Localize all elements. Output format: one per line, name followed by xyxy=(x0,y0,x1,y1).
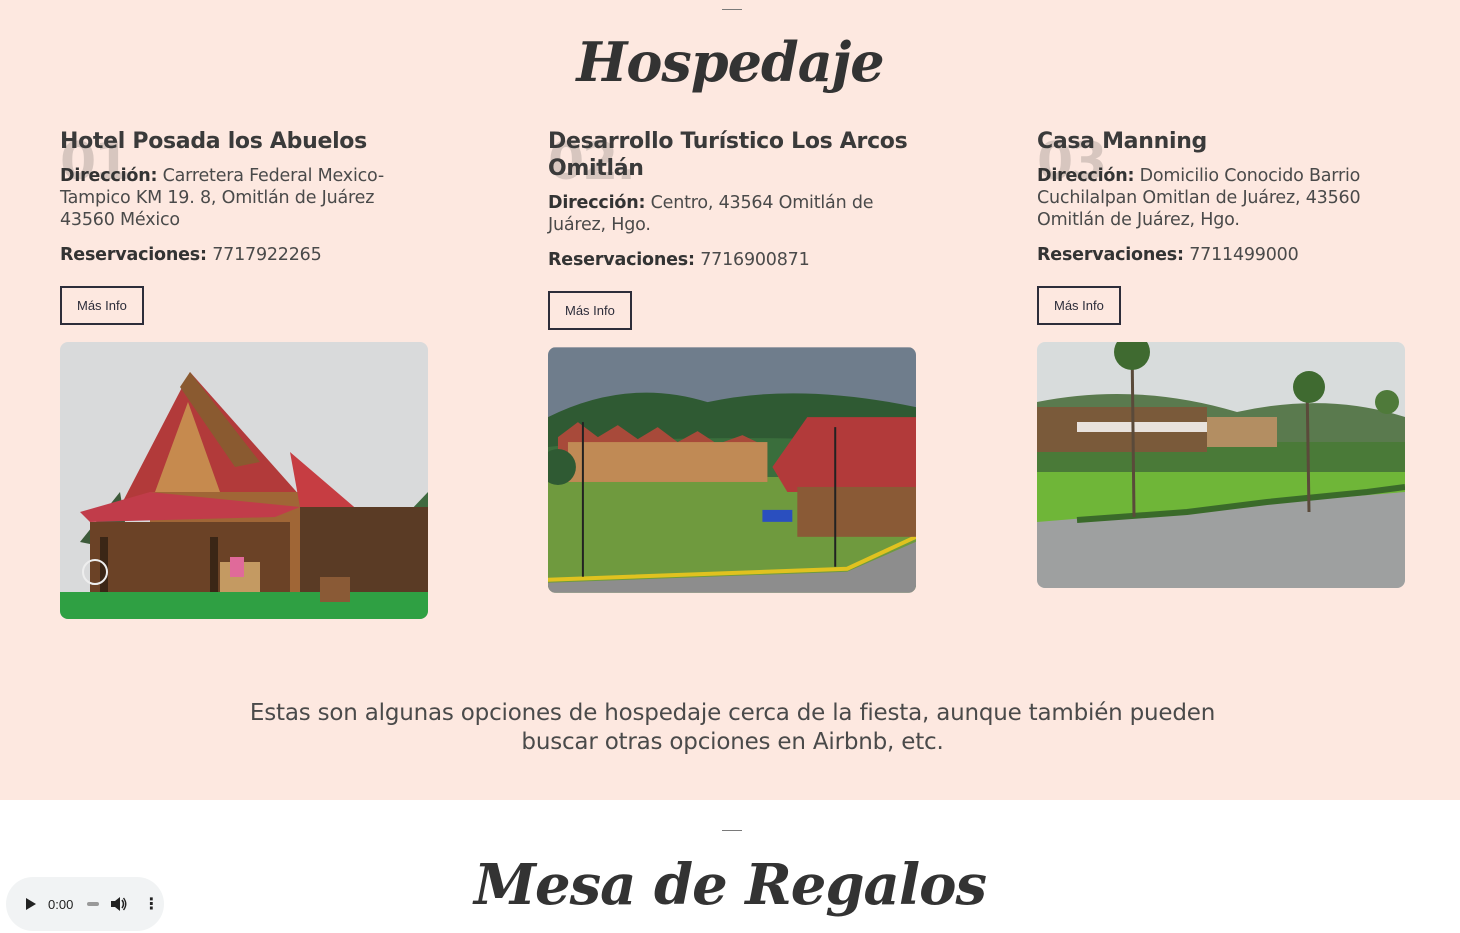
hospedaje-title: Hospedaje xyxy=(576,30,884,94)
address-label: Dirección: xyxy=(1037,166,1135,186)
phone-number: 7716900871 xyxy=(700,250,810,270)
reservations-label: Reservaciones: xyxy=(548,250,695,270)
hotel-reservations: Reservaciones: 7711499000 xyxy=(1037,244,1407,266)
play-icon[interactable] xyxy=(26,898,36,910)
hotel-reservations: Reservaciones: 7716900871 xyxy=(548,249,918,271)
hotel-photo xyxy=(1037,342,1405,588)
more-options-icon[interactable]: ⋮ xyxy=(143,896,159,912)
hospedaje-section: Hospedaje 01 Hotel Posada los Abuelos Di… xyxy=(0,0,1460,800)
audio-progress-slider[interactable] xyxy=(87,902,100,906)
hotel-card: 02. Desarrollo Turístico Los Arcos Omitl… xyxy=(548,128,918,593)
reservations-label: Reservaciones: xyxy=(1037,245,1184,265)
hotel-name: Desarrollo Turístico Los Arcos Omitlán xyxy=(548,129,908,181)
regalos-title: Mesa de Regalos xyxy=(474,852,987,918)
hotel-name: Hotel Posada los Abuelos xyxy=(60,129,367,154)
hospedaje-note: Estas son algunas opciones de hospedaje … xyxy=(249,700,1216,755)
section-divider xyxy=(722,9,742,10)
audio-time: 0:00 xyxy=(48,896,74,912)
phone-number: 7711499000 xyxy=(1189,245,1299,265)
audio-player: 0:00 ⋮ xyxy=(6,877,164,931)
phone-number: 7717922265 xyxy=(212,245,322,265)
more-info-button[interactable]: Más Info xyxy=(1037,286,1121,325)
section-divider xyxy=(722,830,742,831)
hotel-name: Casa Manning xyxy=(1037,129,1208,154)
more-info-button[interactable]: Más Info xyxy=(60,286,144,325)
hotel-photo xyxy=(60,342,428,619)
hotel-address: Dirección: Centro, 43564 Omitlán de Juár… xyxy=(548,192,918,236)
more-info-button[interactable]: Más Info xyxy=(548,291,632,330)
hotel-card: 03 Casa Manning Dirección: Domicilio Con… xyxy=(1037,128,1407,588)
reservations-label: Reservaciones: xyxy=(60,245,207,265)
volume-icon[interactable] xyxy=(111,897,127,911)
address-label: Dirección: xyxy=(60,166,158,186)
hotel-photo xyxy=(548,347,916,593)
hotel-reservations: Reservaciones: 7717922265 xyxy=(60,244,430,266)
hotel-card: 01 Hotel Posada los Abuelos Dirección: C… xyxy=(60,128,430,619)
address-label: Dirección: xyxy=(548,193,646,213)
hotel-address: Dirección: Carretera Federal Mexico-Tamp… xyxy=(60,165,430,231)
hotel-address: Dirección: Domicilio Conocido Barrio Cuc… xyxy=(1037,165,1407,231)
